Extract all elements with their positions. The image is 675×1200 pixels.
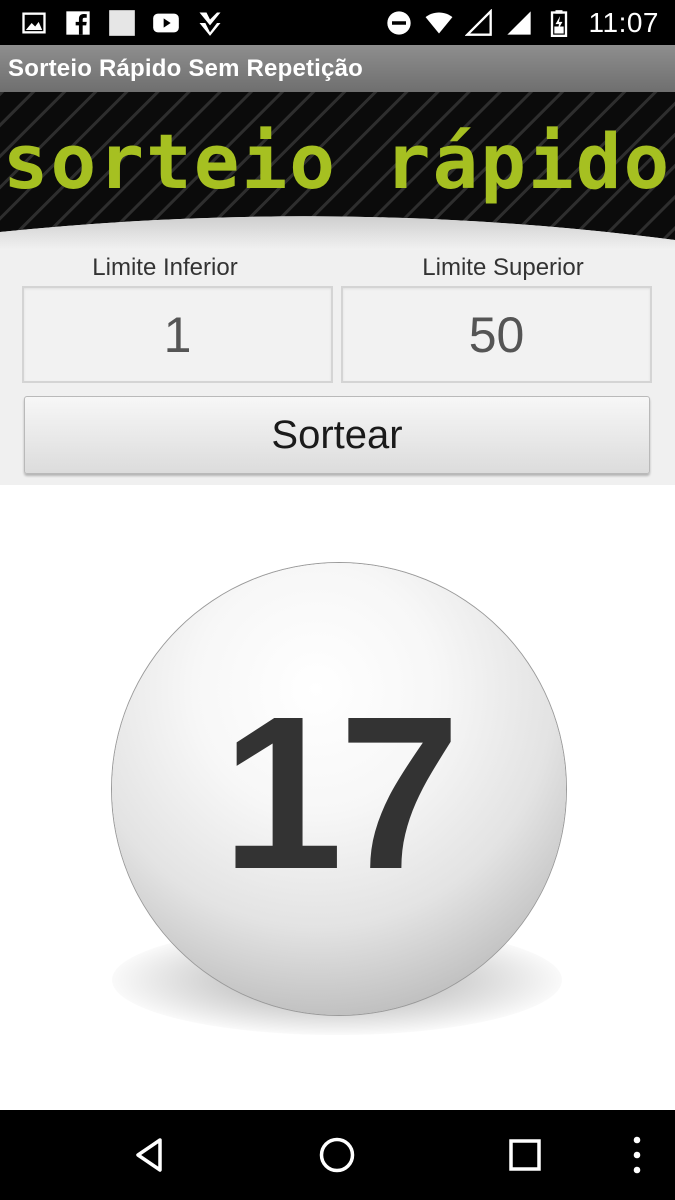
back-icon[interactable] <box>128 1132 174 1178</box>
banner-logo-text: sorteio rápido <box>3 117 672 206</box>
app-title: Sorteio Rápido Sem Repetição <box>8 54 364 82</box>
blank-square-icon <box>108 9 136 37</box>
app-screen: 11:07 Sorteio Rápido Sem Repetição sorte… <box>0 0 675 1200</box>
menu-icon[interactable] <box>614 1132 660 1178</box>
banner-graphic: sorteio rápido <box>0 92 675 250</box>
wifi-icon <box>425 9 453 37</box>
lower-limit-label: Limite Inferior <box>92 254 238 281</box>
recents-icon[interactable] <box>502 1132 548 1178</box>
notification-icons <box>20 9 224 37</box>
facebook-icon <box>64 9 92 37</box>
youtube-icon <box>152 9 180 37</box>
lower-limit-input[interactable]: 1 <box>22 286 333 383</box>
image-icon <box>20 9 48 37</box>
app-banner: sorteio rápido <box>0 92 675 250</box>
status-clock: 11:07 <box>588 6 659 38</box>
home-icon[interactable] <box>314 1132 360 1178</box>
status-bar: 11:07 <box>0 0 675 45</box>
upper-limit-label: Limite Superior <box>422 254 584 281</box>
drawn-number: 17 <box>221 672 460 915</box>
do-not-disturb-icon <box>385 9 413 37</box>
range-form: Limite Inferior Limite Superior 1 50 Sor… <box>0 250 675 485</box>
result-area: 17 <box>0 485 675 1110</box>
signal-empty-icon <box>464 8 493 37</box>
draw-button[interactable]: Sortear <box>24 396 650 474</box>
check-icon <box>196 9 224 37</box>
signal-icon <box>505 9 533 37</box>
battery-icon <box>545 9 573 37</box>
app-title-bar: Sorteio Rápido Sem Repetição <box>0 45 675 92</box>
navigation-bar <box>0 1110 675 1200</box>
upper-limit-input[interactable]: 50 <box>341 286 652 383</box>
system-icons: 11:07 <box>385 7 660 39</box>
